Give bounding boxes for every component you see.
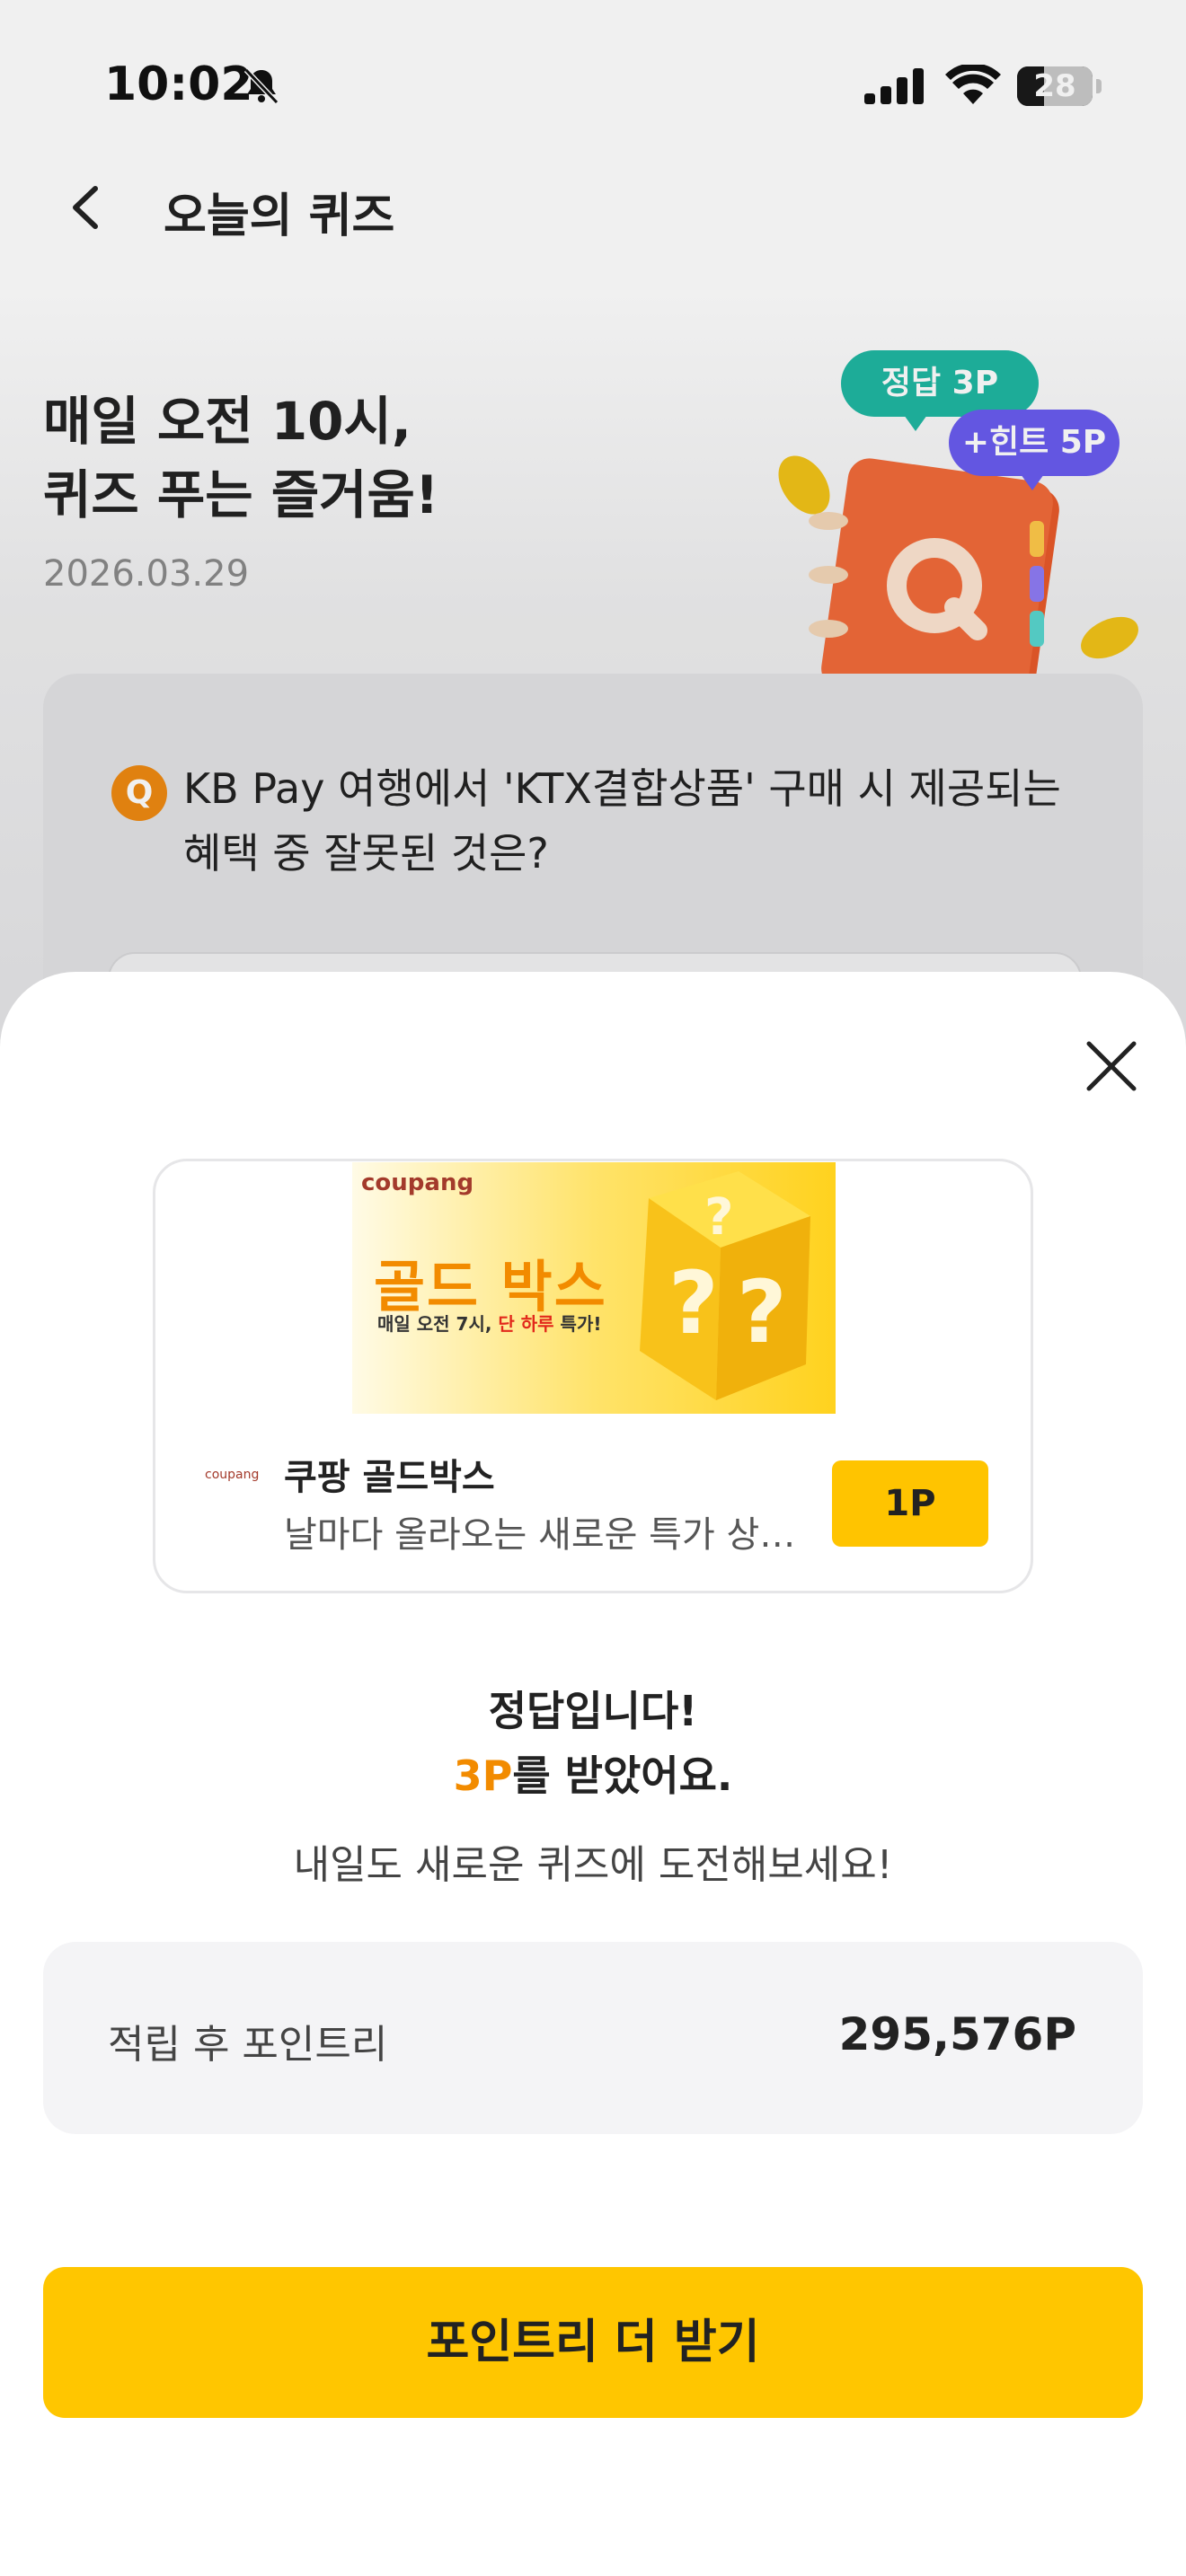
ad-sub-suffix: 특가! xyxy=(553,1313,602,1335)
ad-title: 쿠팡 골드박스 xyxy=(284,1457,495,1498)
ad-point-button[interactable]: 1P xyxy=(832,1460,988,1547)
result-points-line: 3P를 받았어요. xyxy=(0,1746,1186,1805)
earned-points: 3P xyxy=(453,1751,513,1800)
close-button[interactable] xyxy=(1078,1033,1145,1099)
ad-sub-highlight: 단 하루 xyxy=(498,1313,554,1335)
ad-banner-subtitle: 매일 오전 7시, 단 하루 특가! xyxy=(377,1310,601,1336)
ad-banner-logo: coupang xyxy=(361,1169,474,1196)
svg-text:?: ? xyxy=(704,1188,733,1247)
result-subtitle: 내일도 새로운 퀴즈에 도전해보세요! xyxy=(293,1842,893,1888)
balance-value: 295,576P xyxy=(838,2008,1076,2060)
get-more-points-button[interactable]: 포인트리 더 받기 xyxy=(43,2267,1143,2418)
balance-label: 적립 후 포인트리 xyxy=(108,2022,388,2068)
result-title: 정답입니다! xyxy=(488,1687,698,1735)
svg-text:?: ? xyxy=(668,1253,719,1354)
ad-brand-logo: coupang xyxy=(205,1468,260,1482)
svg-text:?: ? xyxy=(737,1262,787,1363)
dim-overlay xyxy=(0,0,1186,1078)
ad-description: 날마다 올라오는 새로운 특가 상품... xyxy=(284,1514,814,1556)
ad-sub-prefix: 매일 오전 7시, xyxy=(377,1313,499,1335)
earned-points-suffix: 를 받았어요. xyxy=(512,1751,733,1800)
